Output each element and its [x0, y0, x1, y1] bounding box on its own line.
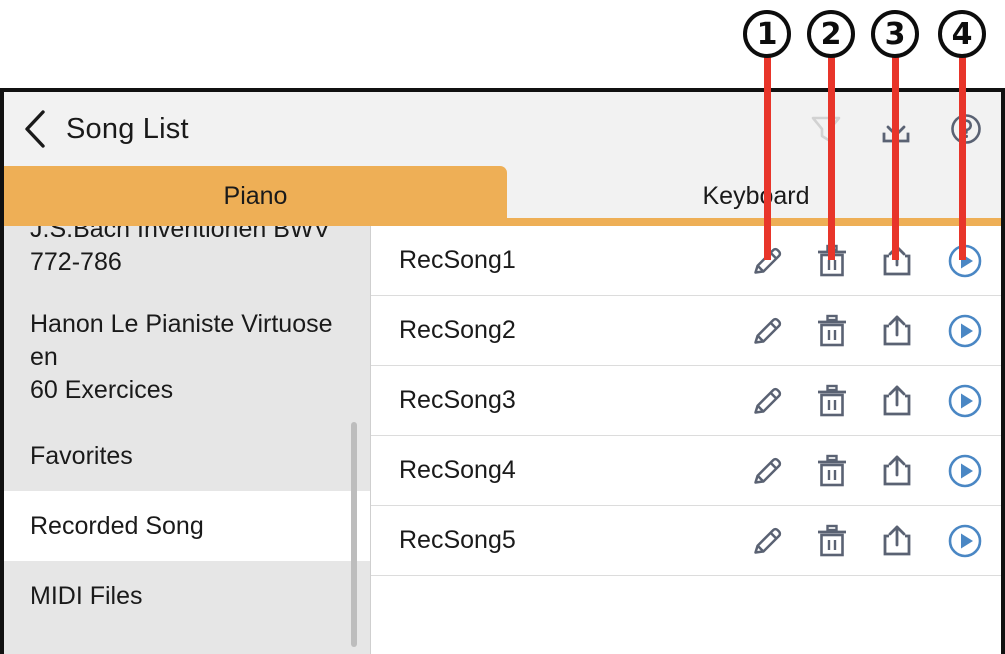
play-button[interactable]: [929, 506, 1001, 576]
filter-icon: [809, 112, 843, 146]
table-row[interactable]: RecSong3: [371, 366, 1001, 436]
song-name: RecSong1: [399, 246, 516, 274]
table-row[interactable]: RecSong1: [371, 226, 1001, 296]
filter-button[interactable]: [791, 92, 861, 166]
song-name: RecSong2: [399, 316, 516, 344]
back-button[interactable]: [4, 92, 66, 166]
screenshot-root: 1 2 3 4 Song List Piano Keyboard J.S.Bac…: [0, 0, 1005, 654]
sidebar-item-label-line-2: en: [30, 343, 58, 371]
tab-keyboard[interactable]: Keyboard: [507, 166, 1001, 226]
sidebar-item-bach[interactable]: J.S.Bach Inventionen BWV 772-786: [4, 226, 371, 294]
help-button[interactable]: [931, 92, 1001, 166]
play-icon: [946, 452, 984, 490]
sidebar-item-recorded-song[interactable]: Recorded Song: [4, 491, 371, 561]
chevron-left-icon: [22, 109, 48, 149]
sidebar-scrollbar[interactable]: [351, 422, 357, 647]
share-button[interactable]: [864, 436, 929, 506]
sidebar-item-midi-files[interactable]: MIDI Files: [4, 561, 371, 631]
song-name: RecSong3: [399, 386, 516, 414]
app-window: Song List Piano Keyboard J.S.Bach Invent…: [0, 88, 1005, 654]
share-icon: [880, 453, 914, 489]
sidebar-item-label: Recorded Song: [30, 511, 204, 540]
share-button[interactable]: [864, 506, 929, 576]
edit-icon: [749, 453, 785, 489]
table-row-empty: [371, 576, 1001, 646]
tab-bar: Piano Keyboard: [4, 166, 1001, 226]
edit-icon: [749, 313, 785, 349]
callout-badge-2: 2: [807, 10, 855, 58]
sidebar-item-label-line-1: J.S.Bach Inventionen BWV: [30, 226, 331, 243]
edit-icon: [749, 383, 785, 419]
song-name: RecSong5: [399, 526, 516, 554]
delete-button[interactable]: [799, 506, 864, 576]
play-icon: [946, 312, 984, 350]
delete-button[interactable]: [799, 366, 864, 436]
help-icon: [948, 111, 984, 147]
category-sidebar: J.S.Bach Inventionen BWV 772-786 Hanon L…: [4, 226, 371, 654]
play-button[interactable]: [929, 436, 1001, 506]
share-icon: [880, 523, 914, 559]
callout-line-3: [892, 30, 899, 260]
sidebar-item-label-line-1: Hanon Le Pianiste Virtuose: [30, 310, 333, 338]
delete-icon: [815, 383, 849, 419]
page-title: Song List: [66, 112, 189, 145]
tab-keyboard-label: Keyboard: [702, 181, 810, 210]
title-bar: Song List: [4, 92, 1001, 166]
play-button[interactable]: [929, 366, 1001, 436]
edit-button[interactable]: [734, 506, 799, 576]
edit-button[interactable]: [734, 296, 799, 366]
sidebar-item-label: Favorites: [30, 441, 133, 470]
callout-badge-1: 1: [743, 10, 791, 58]
table-row[interactable]: RecSong4: [371, 436, 1001, 506]
sidebar-item-label-line-3: 60 Exercices: [30, 376, 174, 404]
play-icon: [946, 382, 984, 420]
song-name: RecSong4: [399, 456, 516, 484]
callout-line-2: [828, 30, 835, 260]
callout-line-4: [959, 30, 966, 260]
delete-icon: [815, 523, 849, 559]
share-icon: [880, 383, 914, 419]
tab-piano[interactable]: Piano: [4, 166, 507, 226]
delete-icon: [815, 313, 849, 349]
play-button[interactable]: [929, 296, 1001, 366]
edit-button[interactable]: [734, 436, 799, 506]
share-button[interactable]: [864, 296, 929, 366]
callout-line-1: [764, 30, 771, 260]
table-row[interactable]: RecSong5: [371, 506, 1001, 576]
share-button[interactable]: [864, 366, 929, 436]
callout-badge-4: 4: [938, 10, 986, 58]
delete-button[interactable]: [799, 296, 864, 366]
sidebar-item-hanon[interactable]: Hanon Le Pianiste Virtuose en 60 Exercic…: [4, 294, 371, 421]
play-icon: [946, 522, 984, 560]
sidebar-item-favorites[interactable]: Favorites: [4, 421, 371, 491]
content-area: J.S.Bach Inventionen BWV 772-786 Hanon L…: [4, 226, 1001, 654]
song-list: RecSong1 RecSong2 RecSong3 RecSong4 RecS…: [371, 226, 1001, 654]
sidebar-item-label-line-2: 772-786: [30, 248, 122, 276]
tab-piano-label: Piano: [223, 181, 288, 210]
share-icon: [880, 313, 914, 349]
callout-badge-3: 3: [871, 10, 919, 58]
edit-icon: [749, 523, 785, 559]
edit-button[interactable]: [734, 366, 799, 436]
delete-button[interactable]: [799, 436, 864, 506]
table-row[interactable]: RecSong2: [371, 296, 1001, 366]
delete-icon: [815, 453, 849, 489]
sidebar-item-label: MIDI Files: [30, 581, 143, 610]
